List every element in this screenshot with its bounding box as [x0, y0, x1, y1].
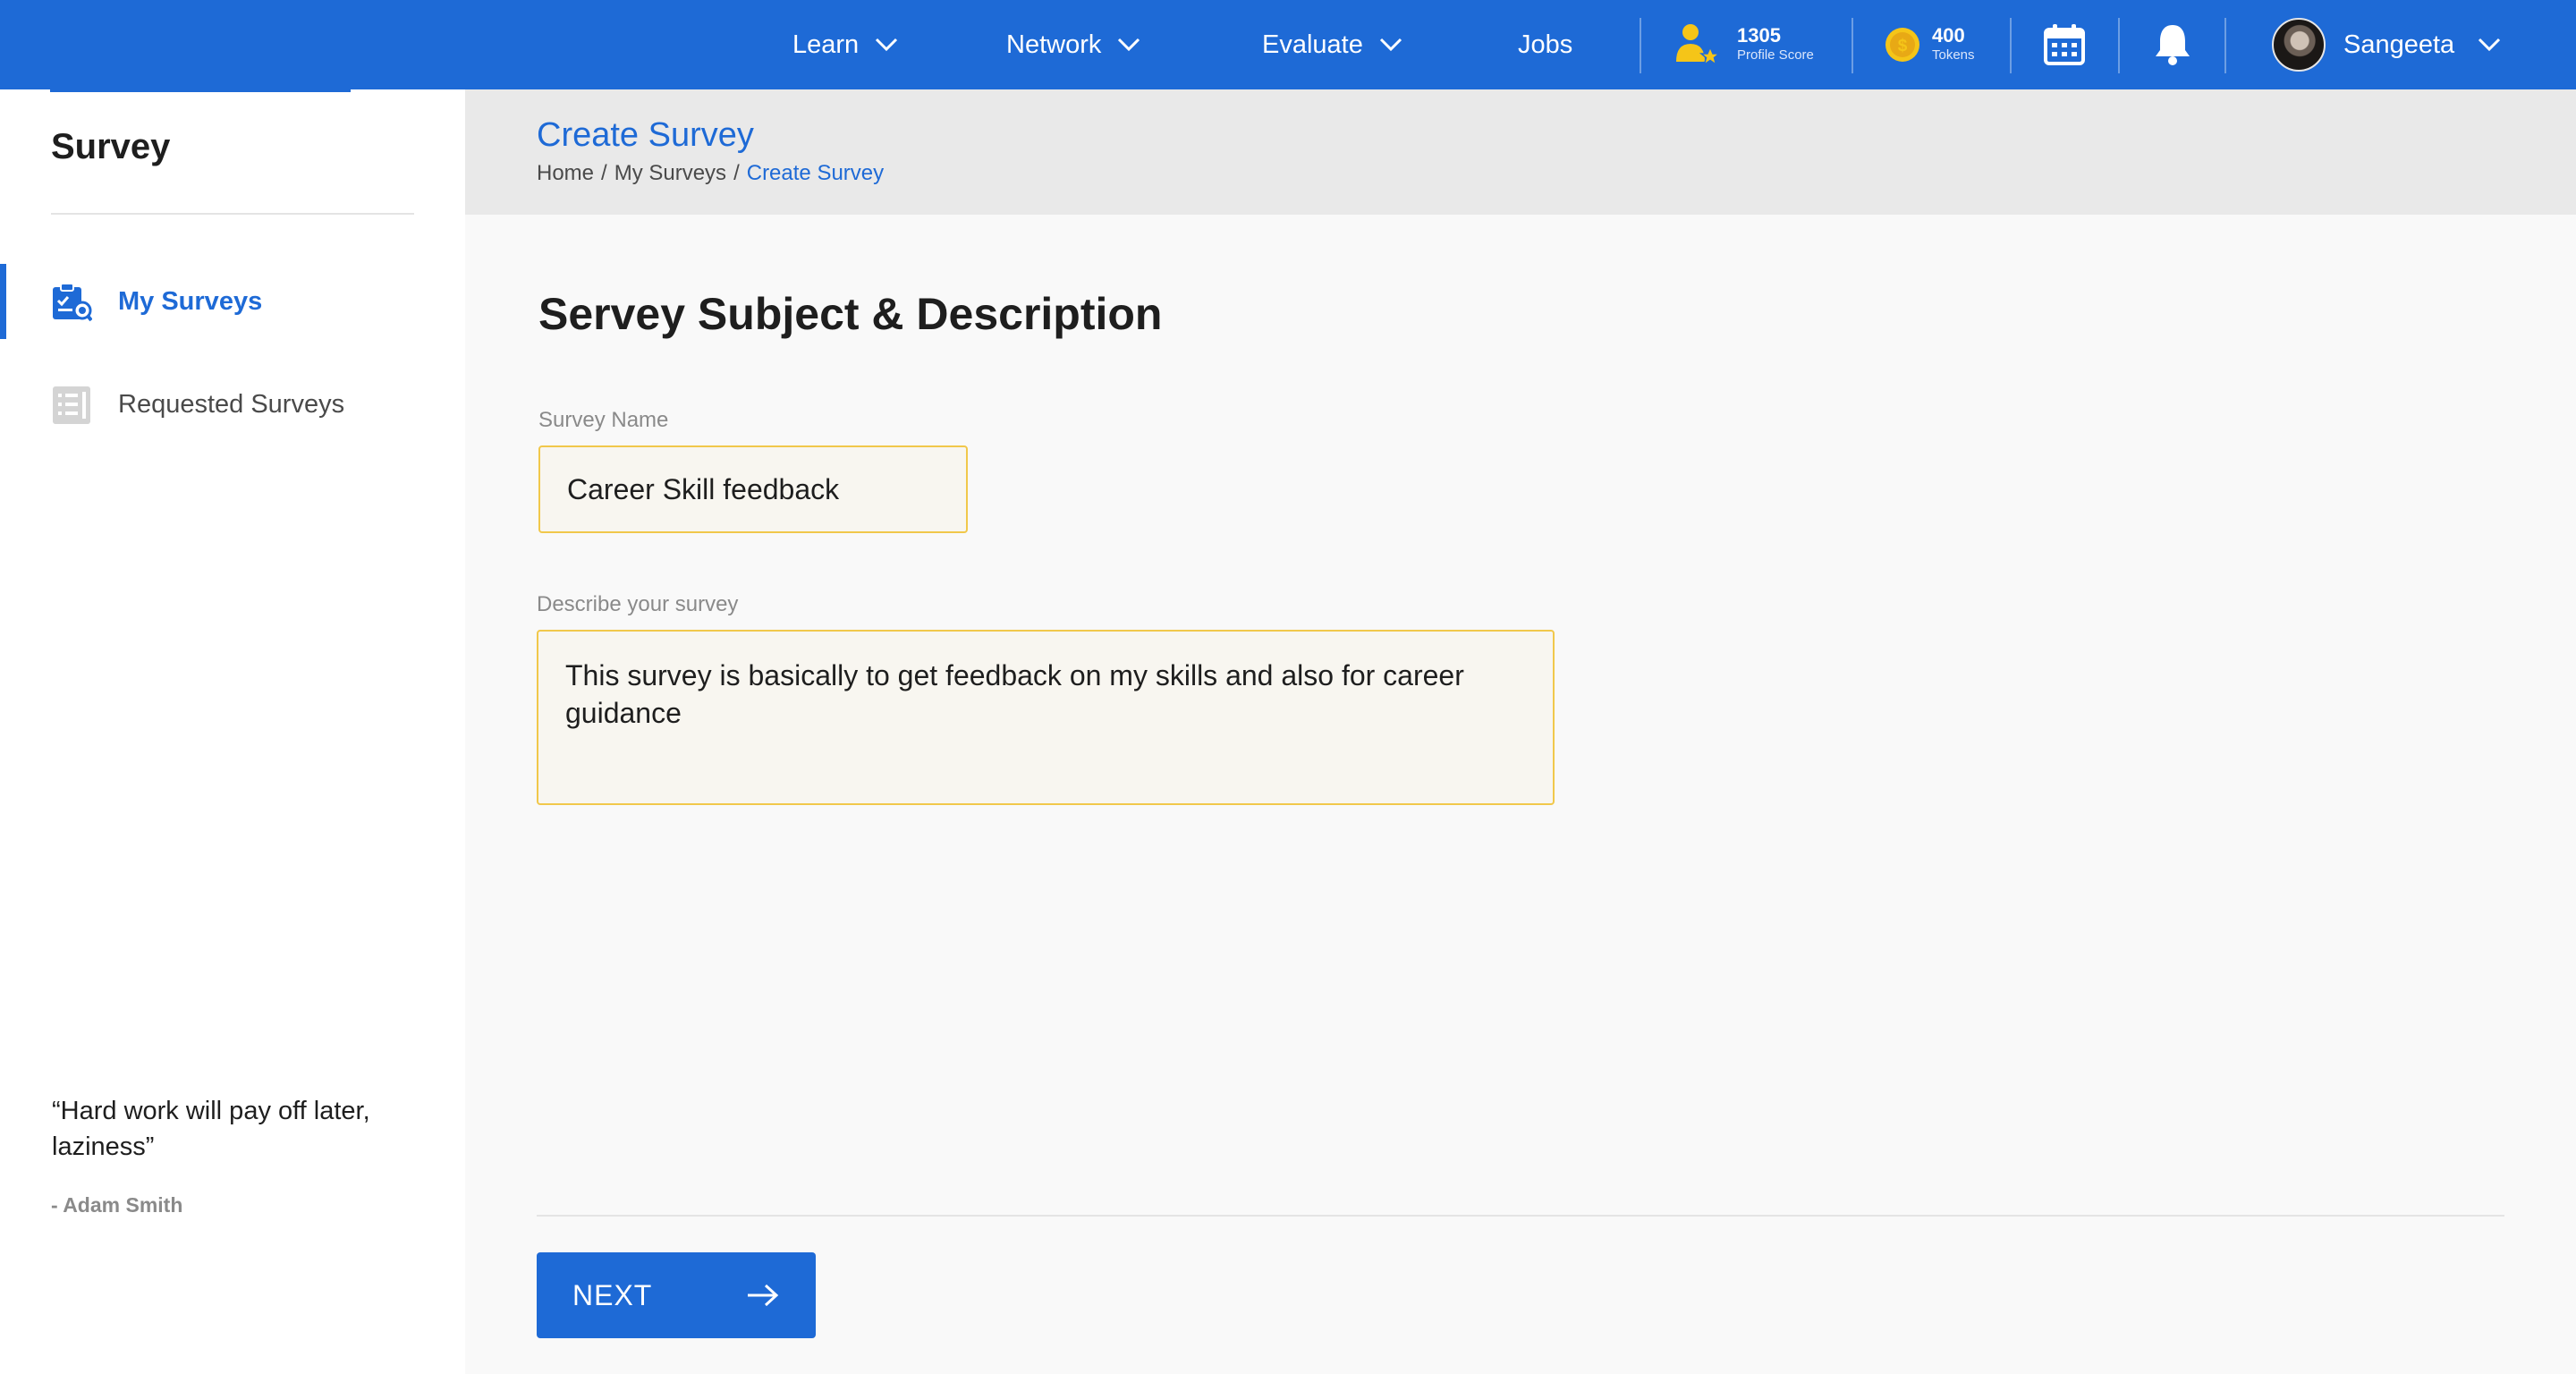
- requested-surveys-icon: [53, 386, 90, 424]
- nav-learn[interactable]: Learn: [792, 0, 898, 89]
- calendar-icon[interactable]: [2043, 23, 2086, 66]
- chevron-down-icon: [1379, 38, 1402, 52]
- breadcrumb: Home / My Surveys / Create Survey: [537, 161, 884, 186]
- motivational-quote: “Hard work will pay off later, laziness”: [52, 1097, 370, 1161]
- arrow-right-icon: [748, 1284, 779, 1307]
- nav-evaluate-label: Evaluate: [1262, 30, 1363, 59]
- survey-description-input[interactable]: This survey is basically to get feedback…: [537, 630, 1555, 805]
- divider: [1640, 18, 1641, 73]
- tokens[interactable]: $ 400 Tokens: [1884, 0, 1975, 89]
- divider: [2010, 18, 2012, 73]
- nav-jobs-label: Jobs: [1518, 30, 1573, 59]
- next-button[interactable]: NEXT: [537, 1252, 816, 1338]
- divider: [2118, 18, 2120, 73]
- token-coin-icon: $: [1885, 28, 1919, 62]
- next-button-label: NEXT: [572, 1278, 653, 1311]
- profile-score-icon: [1676, 24, 1721, 66]
- sidebar-title: Survey: [51, 127, 171, 166]
- sidebar-item-requested-surveys-label: Requested Surveys: [118, 389, 345, 419]
- nav-network-label: Network: [1006, 30, 1102, 59]
- sidebar-item-my-surveys-label: My Surveys: [118, 286, 263, 316]
- divider: [1852, 18, 1853, 73]
- bell-icon[interactable]: [2154, 21, 2191, 66]
- breadcrumb-home[interactable]: Home: [537, 161, 594, 185]
- tokens-label: Tokens: [1932, 47, 1975, 63]
- chevron-down-icon: [2479, 38, 2501, 52]
- top-navigation-bar: Learn Network Evaluate Jobs 1305 Profile…: [0, 0, 2576, 89]
- avatar: [2272, 18, 2326, 72]
- chevron-down-icon: [1118, 38, 1140, 52]
- breadcrumb-separator: /: [733, 161, 740, 185]
- nav-jobs[interactable]: Jobs: [1518, 0, 1572, 89]
- breadcrumb-my-surveys[interactable]: My Surveys: [614, 161, 726, 185]
- survey-name-label: Survey Name: [538, 408, 669, 432]
- nav-network[interactable]: Network: [1006, 0, 1140, 89]
- survey-description-label: Describe your survey: [537, 592, 739, 616]
- nav-learn-label: Learn: [792, 30, 860, 59]
- section-title: Servey Subject & Description: [538, 289, 1163, 339]
- my-surveys-icon: [53, 283, 92, 322]
- profile-score[interactable]: 1305 Profile Score: [1674, 0, 1814, 89]
- breadcrumb-current: Create Survey: [746, 161, 885, 185]
- quote-author: - Adam Smith: [51, 1193, 183, 1217]
- survey-name-input[interactable]: [538, 445, 968, 533]
- tokens-value: 400: [1932, 24, 1965, 47]
- page-header: Create Survey Home / My Surveys / Create Sur…: [465, 89, 2576, 215]
- divider: [2224, 18, 2226, 73]
- active-indicator: [0, 264, 6, 339]
- divider: [537, 1215, 2504, 1217]
- divider: [51, 213, 414, 215]
- profile-score-value: 1305: [1737, 24, 1781, 47]
- user-menu[interactable]: Sangeeta: [2272, 0, 2501, 89]
- sidebar-accent: [50, 89, 351, 92]
- page-title: Create Survey: [537, 116, 754, 154]
- user-name: Sangeeta: [2343, 30, 2455, 59]
- chevron-down-icon: [876, 38, 898, 52]
- nav-evaluate[interactable]: Evaluate: [1262, 0, 1402, 89]
- breadcrumb-separator: /: [601, 161, 607, 185]
- svg-text:$: $: [1898, 37, 1908, 55]
- sidebar-item-my-surveys[interactable]: My Surveys: [0, 264, 465, 339]
- sidebar: Survey My Surveys Requested Surveys “Har…: [0, 89, 465, 1374]
- profile-score-label: Profile Score: [1737, 47, 1814, 63]
- sidebar-item-requested-surveys[interactable]: Requested Surveys: [0, 367, 465, 442]
